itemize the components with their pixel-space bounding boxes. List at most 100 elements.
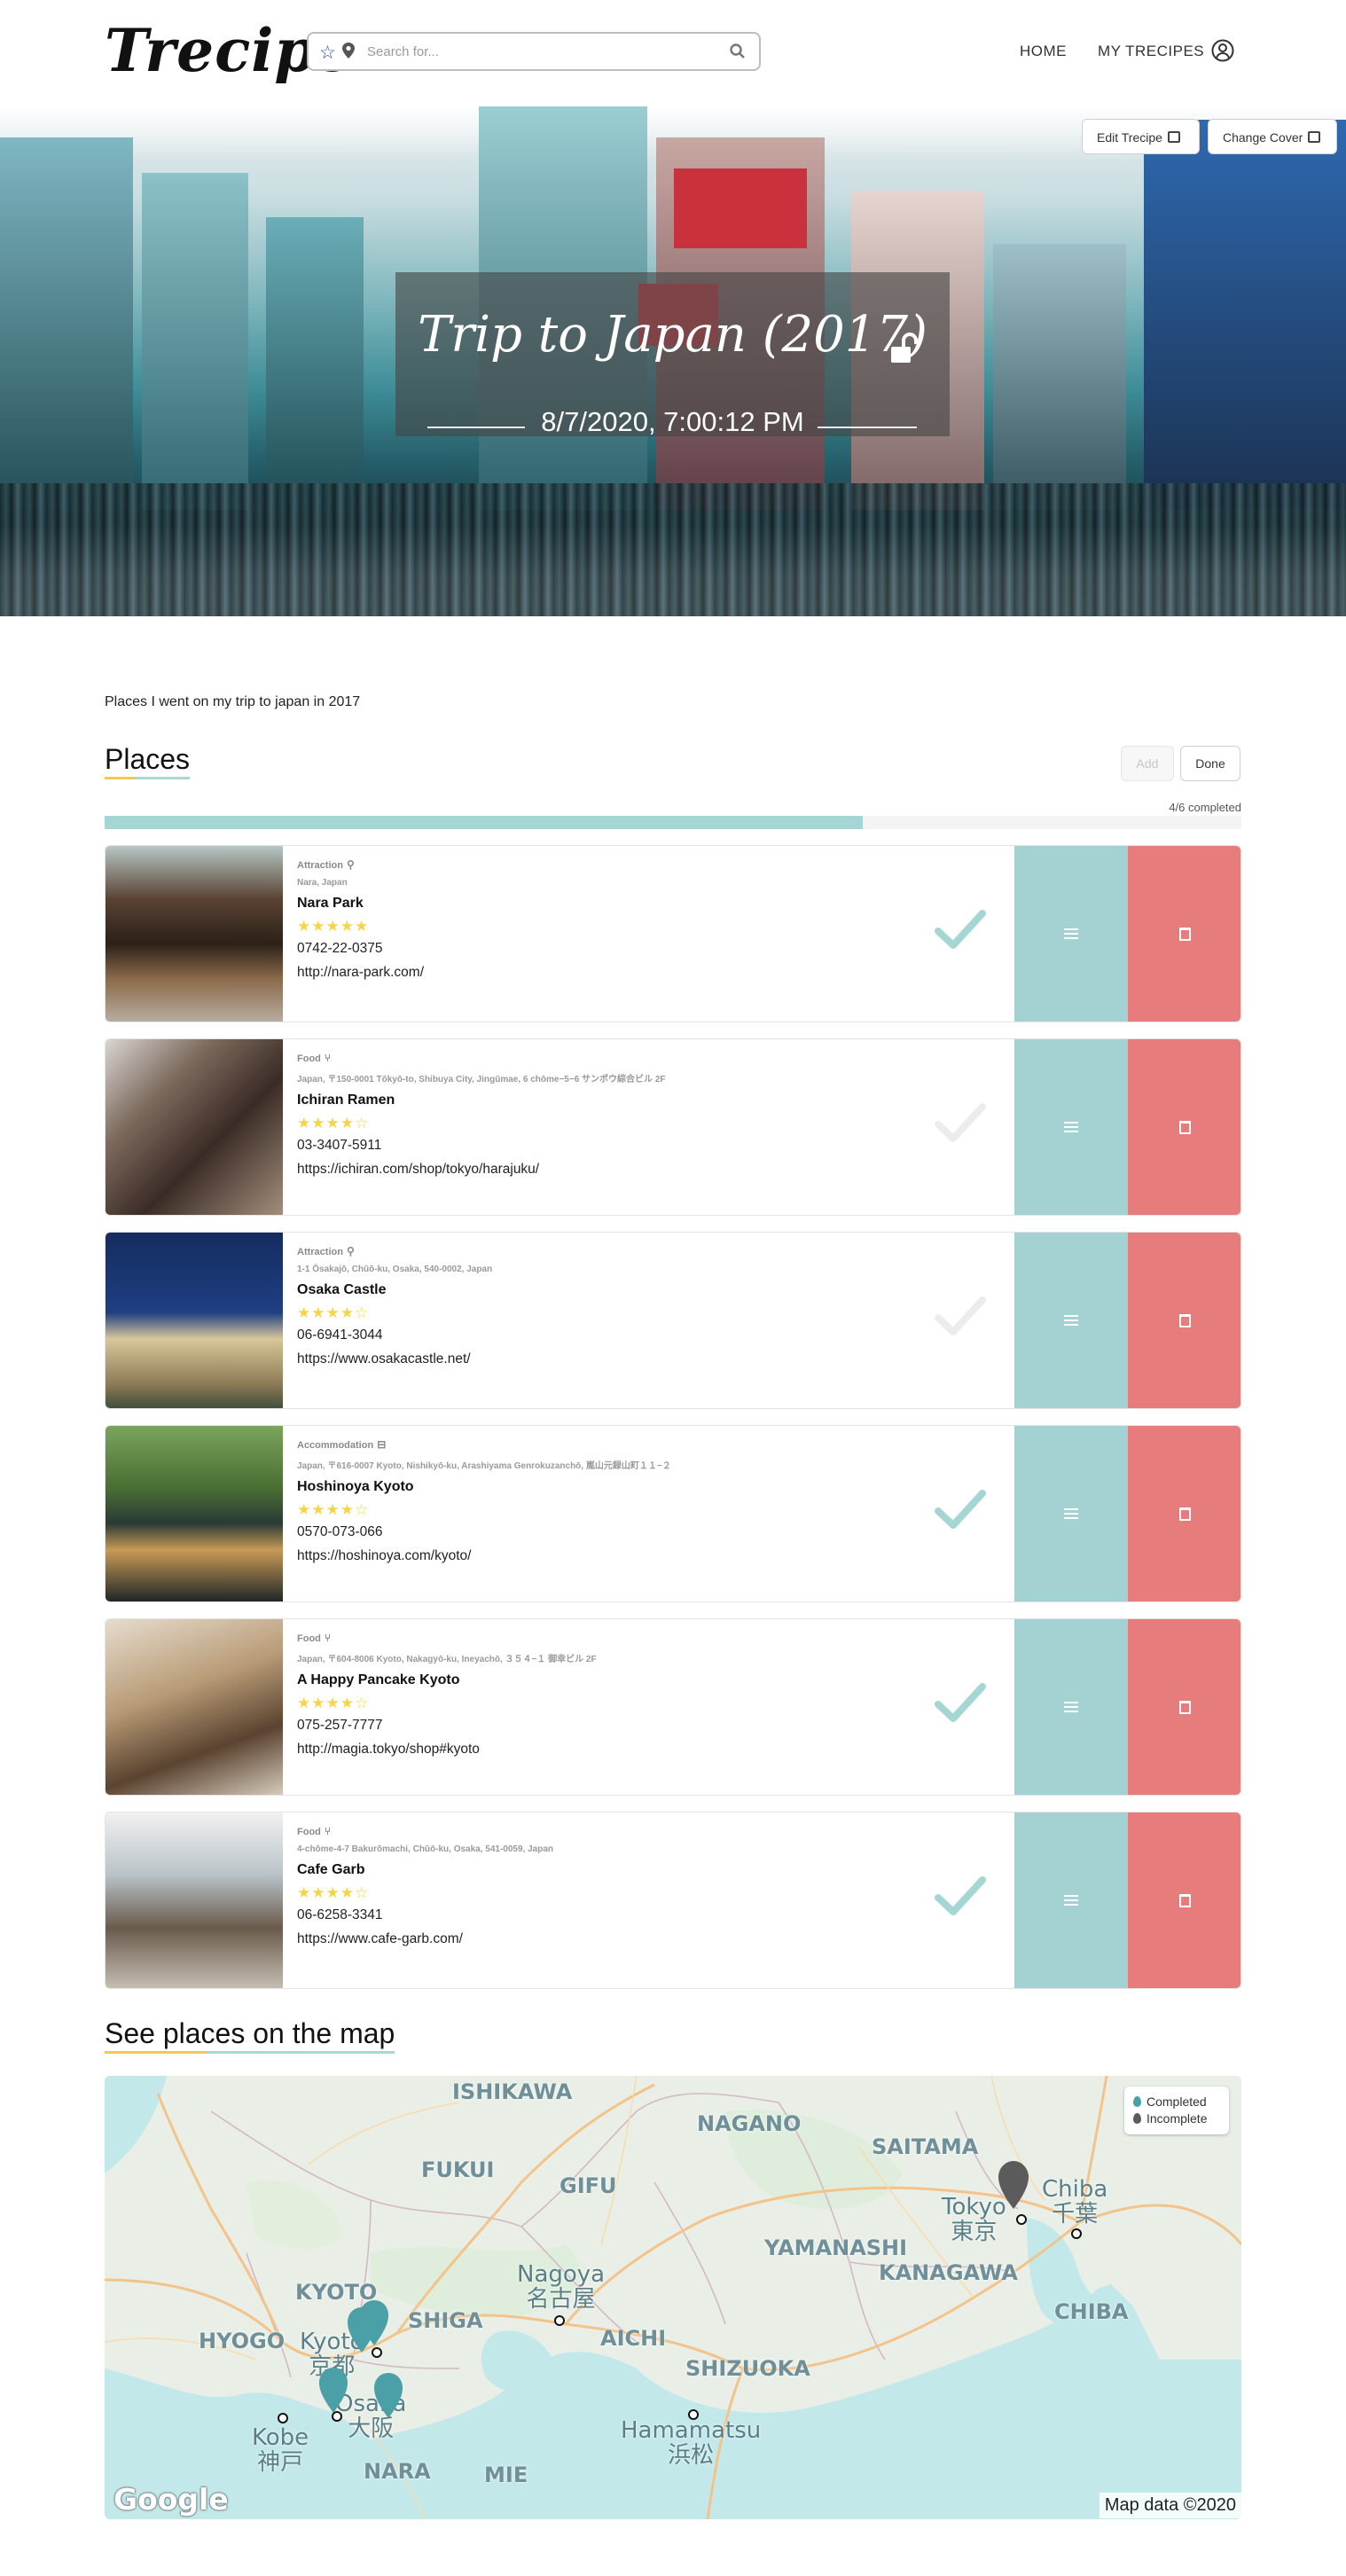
delete-button[interactable] (1128, 846, 1240, 1022)
place-photo[interactable] (106, 1039, 283, 1215)
place-website[interactable]: https://www.cafe-garb.com/ (297, 1931, 1006, 1947)
utensils-icon: ⑂ (324, 1632, 332, 1644)
nav-my-trecipes-link[interactable]: MY TRECIPES (1098, 43, 1204, 60)
place-name[interactable]: Hoshinoya Kyoto (297, 1479, 1006, 1495)
map-view[interactable]: ISHIKAWA NAGANO SAITAMA FUKUI GIFU YAMAN… (105, 2076, 1241, 2519)
search-icon[interactable] (729, 43, 747, 60)
place-name[interactable]: Ichiran Ramen (297, 1092, 1006, 1108)
progress-label: 4/6 completed (1169, 801, 1241, 814)
place-details: Food ⑂ 4-chōme-4-7 Bakurōmachi, Chūō-ku, … (297, 1825, 1006, 1947)
reorder-button[interactable] (1014, 846, 1128, 1022)
reorder-button[interactable] (1014, 1233, 1128, 1408)
map-city-osaka: Osaka 大阪 (335, 2391, 407, 2442)
building (993, 244, 1126, 510)
place-card[interactable]: Food ⑂ Japan, 〒150-0001 Tōkyō-to, Shibuya… (105, 1038, 1241, 1216)
place-name[interactable]: Nara Park (297, 896, 1006, 912)
add-place-button[interactable]: Add (1121, 746, 1174, 781)
search-input[interactable]: Search for... (367, 44, 439, 59)
location-pin-icon[interactable] (342, 43, 355, 59)
delete-button[interactable] (1128, 1619, 1240, 1795)
progress-bar (105, 816, 1241, 829)
map-city-hamamatsu: Hamamatsu 浜松 (621, 2417, 762, 2469)
map-label-aichi: AICHI (600, 2326, 667, 2351)
check-icon[interactable] (935, 906, 986, 952)
star-icon[interactable]: ☆ (319, 42, 336, 64)
building (142, 173, 248, 510)
done-button[interactable]: Done (1180, 746, 1240, 781)
map-label-ishikawa: ISHIKAWA (452, 2079, 573, 2104)
place-photo[interactable] (106, 1813, 283, 1988)
check-icon[interactable] (935, 1679, 986, 1726)
delete-button[interactable] (1128, 1813, 1240, 1988)
place-photo[interactable] (106, 846, 283, 1022)
check-icon[interactable] (935, 1100, 986, 1146)
user-account-icon[interactable] (1211, 39, 1234, 62)
delete-button[interactable] (1128, 1039, 1240, 1215)
check-icon[interactable] (935, 1486, 986, 1532)
nav-home-link[interactable]: HOME (1020, 43, 1067, 60)
reorder-button[interactable] (1014, 1813, 1128, 1988)
place-photo[interactable] (106, 1619, 283, 1795)
place-details: Attraction ⚲ Nara, Japan Nara Park ★★★★★ … (297, 858, 1006, 981)
menu-icon (1064, 1895, 1078, 1906)
place-address: Japan, 〒616-0007 Kyoto, Nishikyō-ku, Ara… (297, 1461, 671, 1471)
check-icon[interactable] (935, 1873, 986, 1919)
map-label-yamanashi: YAMANASHI (764, 2235, 908, 2260)
place-address: 1-1 Ōsakajō, Chūō-ku, Osaka, 540-0002, J… (297, 1265, 493, 1274)
place-card[interactable]: Food ⑂ 4-chōme-4-7 Bakurōmachi, Chūō-ku, … (105, 1812, 1241, 1989)
map-label-mie: MIE (484, 2462, 528, 2487)
place-website[interactable]: http://magia.tokyo/shop#kyoto (297, 1742, 1006, 1758)
place-category: Food ⑂ (297, 1825, 332, 1837)
trash-icon (1179, 1507, 1191, 1521)
place-name[interactable]: A Happy Pancake Kyoto (297, 1672, 1006, 1688)
unlock-icon[interactable] (888, 332, 920, 365)
map-city-chiba: Chiba 千葉 (1042, 2176, 1108, 2228)
place-website[interactable]: http://nara-park.com/ (297, 965, 1006, 981)
place-name[interactable]: Cafe Garb (297, 1862, 1006, 1878)
place-website[interactable]: https://www.osakacastle.net/ (297, 1351, 1006, 1367)
map-label-saitama: SAITAMA (872, 2134, 979, 2159)
progress-bar-fill (105, 816, 864, 829)
place-rating: ★★★★☆ (297, 1304, 370, 1321)
bed-icon: ⊟ (377, 1438, 387, 1451)
search-bar[interactable]: ☆ Search for... (307, 32, 761, 71)
place-photo[interactable] (106, 1233, 283, 1408)
reorder-button[interactable] (1014, 1426, 1128, 1601)
place-card[interactable]: Attraction ⚲ Nara, Japan Nara Park ★★★★★ … (105, 845, 1241, 1022)
check-icon[interactable] (935, 1293, 986, 1339)
map-label-nara: NARA (364, 2459, 431, 2484)
place-details: Accommodation ⊟ Japan, 〒616-0007 Kyoto, N… (297, 1438, 1006, 1564)
delete-button[interactable] (1128, 1233, 1240, 1408)
image-icon (1308, 131, 1321, 143)
change-cover-button[interactable]: Change Cover (1208, 119, 1337, 154)
place-card[interactable]: Accommodation ⊟ Japan, 〒616-0007 Kyoto, N… (105, 1425, 1241, 1602)
delete-button[interactable] (1128, 1426, 1240, 1601)
menu-icon (1064, 928, 1078, 939)
map-label-nagano: NAGANO (697, 2111, 802, 2136)
billboard (674, 168, 807, 248)
google-logo[interactable]: Google (113, 2482, 229, 2517)
map-legend: Completed Incomplete (1124, 2087, 1229, 2134)
trash-icon (1179, 1894, 1191, 1907)
reorder-button[interactable] (1014, 1619, 1128, 1795)
place-card[interactable]: Attraction ⚲ 1-1 Ōsakajō, Chūō-ku, Osaka,… (105, 1232, 1241, 1409)
reorder-button[interactable] (1014, 1039, 1128, 1215)
map-city-tokyo: Tokyo 東京 (942, 2194, 1006, 2245)
place-website[interactable]: https://hoshinoya.com/kyoto/ (297, 1548, 1006, 1564)
map-label-gifu: GIFU (560, 2173, 617, 2198)
edit-trecipe-button[interactable]: Edit Trecipe (1082, 119, 1200, 154)
map-city-kyoto: Kyoto 京都 (300, 2329, 364, 2380)
place-address: Japan, 〒150-0001 Tōkyō-to, Shibuya City,… (297, 1075, 666, 1084)
place-rating: ★★★★★ (297, 918, 370, 935)
trash-icon (1179, 1314, 1191, 1327)
place-card[interactable]: Food ⑂ Japan, 〒604-8006 Kyoto, Nakagyō-ku… (105, 1618, 1241, 1796)
trecipe-date: 8/7/2020, 7:00:12 PM (541, 406, 804, 437)
place-website[interactable]: https://ichiran.com/shop/tokyo/harajuku/ (297, 1162, 1006, 1178)
binoculars-icon: ⚲ (346, 1245, 355, 1257)
place-name[interactable]: Osaka Castle (297, 1282, 1006, 1298)
place-phone: 075-257-7777 (297, 1718, 383, 1733)
trash-icon (1179, 928, 1191, 941)
map-attribution[interactable]: Map data ©2020 (1099, 2493, 1241, 2518)
place-photo[interactable] (106, 1426, 283, 1601)
menu-icon (1064, 1122, 1078, 1132)
